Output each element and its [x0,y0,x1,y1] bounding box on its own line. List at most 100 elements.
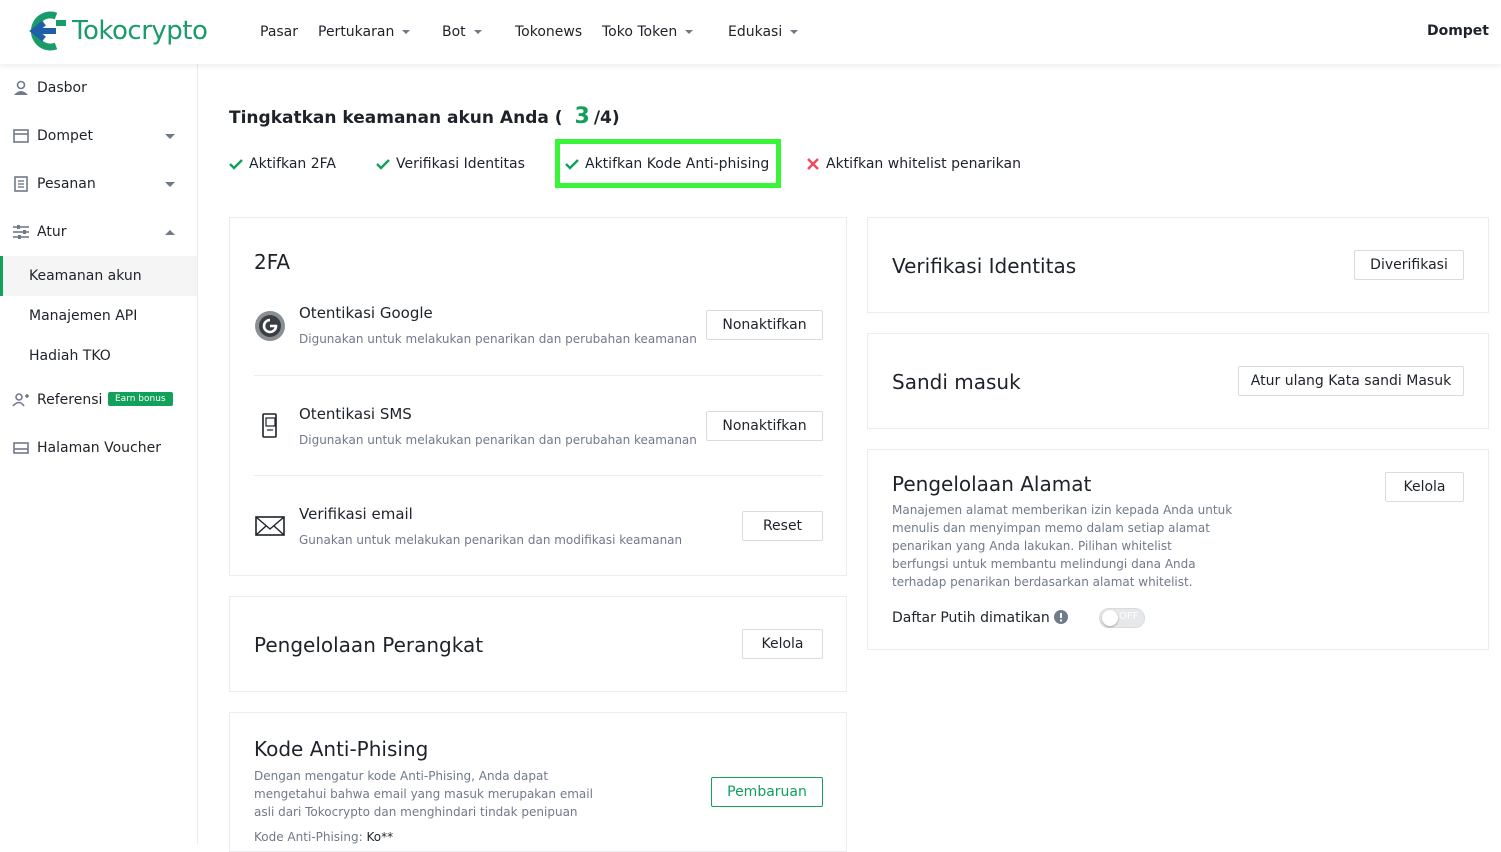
whitelist-status-label: Daftar Putih dimatikan [892,610,1050,626]
title-prefix: Tingkatkan keamanan akun Anda ( [229,108,563,128]
twofa-title: 2FA [254,250,291,274]
check-icon [229,159,243,170]
sidebar-item-manajemen-api[interactable]: Manajemen API [0,296,197,336]
nav-pasar[interactable]: Pasar [260,24,318,40]
manage-address-button[interactable]: Kelola [1385,472,1464,502]
nav-bot[interactable]: Bot [442,24,515,40]
sidebar-item-pesanan[interactable]: Pesanan [0,164,197,204]
reset-password-button[interactable]: Atur ulang Kata sandi Masuk [1238,366,1464,396]
sidebar-item-dasbor[interactable]: Dasbor [0,68,197,108]
nav-label: Edukasi [728,24,783,40]
antiphishing-code: Kode Anti-Phising: Ko** [254,828,393,846]
nav-label: Toko Token [602,24,678,40]
info-icon[interactable] [1054,610,1068,624]
nav-label: Pertukaran [318,24,395,40]
security-count: 3 [574,104,590,129]
chevron-down-icon [685,30,694,34]
login-password-title: Sandi masuk [892,370,1021,394]
sidebar: Dasbor Dompet Pesanan Atur Keamanan akun… [0,64,198,844]
device-management-card: Pengelolaan Perangkat Kelola [229,596,847,692]
sidebar-item-hadiah-tko[interactable]: Hadiah TKO [0,336,197,376]
desc-line: berfungsi untuk membantu melindungi dana… [892,557,1196,571]
sidebar-item-keamanan-akun[interactable]: Keamanan akun [0,256,197,296]
nav-tokonews[interactable]: Tokonews [515,24,602,40]
manage-devices-button[interactable]: Kelola [742,629,823,659]
sidebar-item-label: Atur [37,224,67,240]
nav-label: Tokonews [515,24,583,40]
update-antiphishing-button[interactable]: Pembaruan [711,777,823,807]
chevron-down-icon [402,30,411,34]
security-step-whitelist: Aktifkan whitelist penarikan [806,150,1021,178]
disable-google-auth-button[interactable]: Nonaktifkan [706,310,823,340]
add-user-icon [12,393,29,407]
security-step-2fa: Aktifkan 2FA [229,150,336,178]
google-auth-desc: Digunakan untuk melakukan penarikan dan … [299,332,697,346]
device-management-title: Pengelolaan Perangkat [254,633,484,657]
identity-verification-card: Verifikasi Identitas Diverifikasi [867,217,1489,313]
desc-line: mengetahui bahwa email yang masuk merupa… [254,787,593,801]
chevron-up-icon [165,229,175,235]
sidebar-item-label: Dasbor [37,80,87,96]
highlight-box [555,139,781,188]
desc-line: Manajemen alamat memberikan izin kepada … [892,503,1233,517]
divider [254,375,823,376]
user-icon [14,80,28,95]
disable-sms-auth-button[interactable]: Nonaktifkan [706,411,823,441]
sidebar-item-label: Referensi [37,392,103,408]
sidebar-item-atur[interactable]: Atur [0,212,197,252]
google-auth-title: Otentikasi Google [299,304,433,322]
nav-edukasi[interactable]: Edukasi [728,24,818,40]
security-progress-title: Tingkatkan keamanan akun Anda ( 3 /4) [229,104,620,129]
desc-line: terhadap penarikan berdasarkan alamat wh… [892,575,1193,589]
identity-verification-title: Verifikasi Identitas [892,254,1077,278]
check-icon [376,159,390,170]
nav-label: Bot [442,24,466,40]
verified-button[interactable]: Diverifikasi [1354,250,1464,280]
address-management-card: Pengelolaan Alamat Manajemen alamat memb… [867,449,1489,650]
tokocrypto-logo[interactable]: Tokocrypto [26,10,208,52]
toggle-state-text: OFF [1119,611,1139,622]
sms-auth-desc: Digunakan untuk melakukan penarikan dan … [299,433,697,447]
step-label: Aktifkan whitelist penarikan [826,156,1021,172]
code-label: Kode Anti-Phising: [254,830,367,844]
sidebar-item-label: Manajemen API [29,308,138,324]
sidebar-item-halaman-voucher[interactable]: Halaman Voucher [0,428,197,468]
sidebar-item-label: Dompet [37,128,93,144]
twofa-card: 2FA Otentikasi Google Digunakan untuk me… [229,217,847,576]
whitelist-toggle[interactable]: OFF [1099,608,1145,628]
nav-toko-token[interactable]: Toko Token [602,24,728,40]
desc-line: Dengan mengatur kode Anti-Phising, Anda … [254,769,549,783]
logo-text: Tokocrypto [72,16,208,46]
sidebar-item-label: Hadiah TKO [29,348,111,364]
antiphishing-card: Kode Anti-Phising Dengan mengatur kode A… [229,712,847,852]
antiphishing-title: Kode Anti-Phising [254,737,429,761]
reset-email-button[interactable]: Reset [742,511,823,541]
divider [254,475,823,476]
sidebar-item-label: Halaman Voucher [37,440,161,456]
sidebar-item-label: Pesanan [37,176,96,192]
nav-label: Pasar [260,24,299,40]
google-authenticator-icon [255,311,285,341]
voucher-icon [13,442,29,454]
sidebar-item-dompet[interactable]: Dompet [0,116,197,156]
address-desc: Manajemen alamat memberikan izin kepada … [892,501,1232,591]
email-verify-desc: Gunakan untuk melakukan penarikan dan mo… [299,533,683,547]
sms-icon [262,413,277,438]
wallet-link[interactable]: Dompet [1427,23,1489,39]
chevron-down-icon [165,181,175,187]
sidebar-item-referensi[interactable]: Referensi Earn bonus [0,380,197,420]
chevron-down-icon [473,30,482,34]
main-nav: Pasar Pertukaran Bot Tokonews Toko Token… [260,0,818,64]
earn-bonus-badge: Earn bonus [108,392,173,406]
tokocrypto-logo-icon [29,11,66,51]
code-value: Ko** [366,830,394,844]
nav-pertukaran[interactable]: Pertukaran [318,24,442,40]
toggle-knob [1102,610,1118,626]
email-icon [255,516,285,536]
sidebar-item-label: Keamanan akun [29,268,142,284]
antiphishing-desc: Dengan mengatur kode Anti-Phising, Anda … [254,767,593,821]
desc-line: asli dari Tokocrypto dan menghindari tin… [254,805,578,819]
chevron-down-icon [165,133,175,139]
close-icon [807,158,819,170]
desc-line: penarikan yang Anda lakukan. Pilihan whi… [892,539,1172,553]
